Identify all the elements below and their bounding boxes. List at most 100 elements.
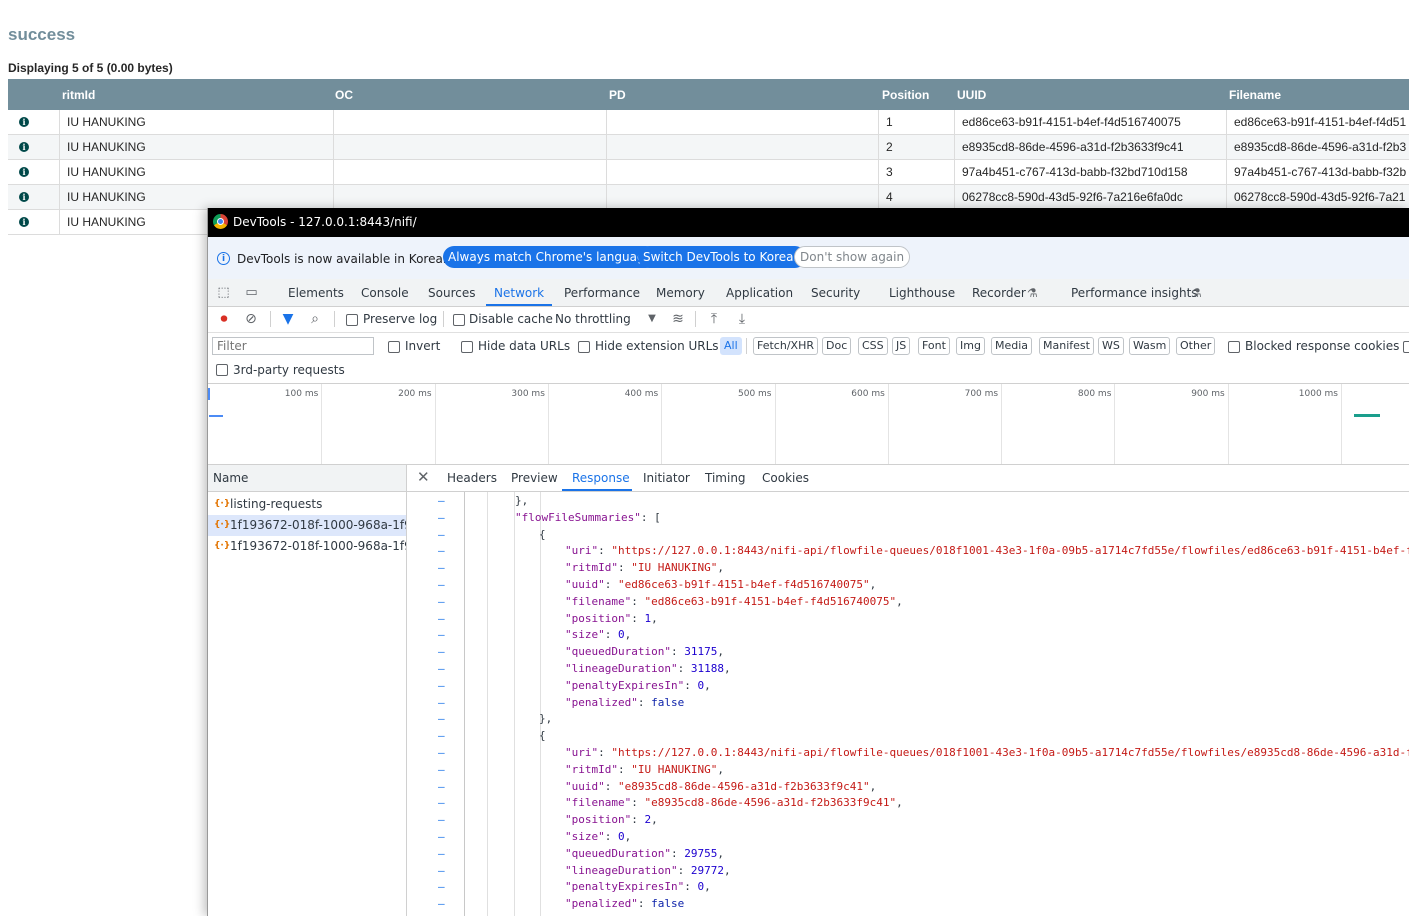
json-key: "flowFileSummaries" xyxy=(515,510,641,524)
third-party-checkbox[interactable] xyxy=(216,364,228,376)
json-punct: , xyxy=(624,830,632,843)
disable-cache-checkbox[interactable] xyxy=(453,314,465,326)
info-icon[interactable]: i xyxy=(19,117,29,127)
tab-timing[interactable]: Timing xyxy=(705,471,746,485)
type-filter-css[interactable]: CSS xyxy=(858,337,888,355)
blocked-cookies-checkbox[interactable] xyxy=(1228,341,1240,353)
col-ritmid[interactable]: ritmId xyxy=(62,88,95,102)
json-punct: : xyxy=(677,863,691,877)
col-oc[interactable]: OC xyxy=(335,88,353,102)
tab-lighthouse[interactable]: Lighthouse xyxy=(889,286,955,300)
tab-security[interactable]: Security xyxy=(811,286,860,300)
request-row[interactable]: {·} 1f193672-018f-1000-968a-1f9... xyxy=(208,515,406,536)
info-icon[interactable]: i xyxy=(19,217,29,227)
json-punct: : xyxy=(677,662,691,675)
name-column-header[interactable]: Name xyxy=(208,465,406,492)
inspect-element-icon[interactable]: ⬚ xyxy=(216,285,231,300)
tab-performance-insights[interactable]: Performance insights xyxy=(1071,286,1198,300)
timeline-tick-label: 500 ms xyxy=(738,389,772,399)
table-row[interactable]: i IU HANUKING 1 ed86ce63-b91f-4151-b4ef-f4d… xyxy=(8,110,1409,135)
col-filename[interactable]: Filename xyxy=(1229,88,1281,102)
json-punct: : xyxy=(637,897,652,911)
type-filter-other[interactable]: Other xyxy=(1176,337,1216,355)
tab-elements[interactable]: Elements xyxy=(288,286,344,300)
col-uuid[interactable]: UUID xyxy=(957,88,986,102)
code-text: "size": 0, xyxy=(565,626,631,643)
clear-icon[interactable]: ⊘ xyxy=(243,311,259,327)
invert-checkbox[interactable] xyxy=(388,341,400,353)
tab-network[interactable]: Network xyxy=(494,286,544,300)
info-icon[interactable]: i xyxy=(19,167,29,177)
hide-data-urls-checkbox[interactable] xyxy=(461,341,473,353)
request-row[interactable]: {·} 1f193672-018f-1000-968a-1f9... xyxy=(208,536,406,557)
tab-headers[interactable]: Headers xyxy=(447,471,497,485)
filter-input[interactable] xyxy=(212,337,374,355)
switch-korean-button[interactable]: Switch DevTools to Korean xyxy=(638,246,807,268)
type-filter-img[interactable]: Img xyxy=(956,337,985,355)
type-filter-all[interactable]: All xyxy=(720,337,742,355)
tab-initiator[interactable]: Initiator xyxy=(643,471,690,485)
cell-position: 3 xyxy=(878,160,954,184)
col-position[interactable]: Position xyxy=(882,88,929,102)
type-filter-fetch-xhr[interactable]: Fetch/XHR xyxy=(753,337,818,355)
flask-icon: ⚗ xyxy=(1027,286,1038,300)
dont-show-again-button[interactable]: Don't show again xyxy=(794,246,911,268)
tab-console[interactable]: Console xyxy=(361,286,409,300)
tab-application[interactable]: Application xyxy=(726,286,793,300)
network-conditions-icon[interactable]: ≋ xyxy=(670,311,686,327)
type-filter-doc[interactable]: Doc xyxy=(822,337,852,355)
table-row[interactable]: i IU HANUKING 4 06278cc8-590d-43d5-92f6-7a2… xyxy=(8,185,1409,210)
cell-position: 4 xyxy=(878,185,954,209)
response-body[interactable]: –}, – "flowFileSummaries": [–{– "uri": "htt… xyxy=(407,492,1409,916)
json-punct: , xyxy=(723,662,731,675)
timeline-start-handle[interactable] xyxy=(208,388,210,400)
page-title: success xyxy=(8,25,76,44)
info-icon[interactable]: i xyxy=(19,192,29,202)
tab-performance[interactable]: Performance xyxy=(564,286,640,300)
type-filter-ws[interactable]: WS xyxy=(1098,337,1124,355)
tab-preview[interactable]: Preview xyxy=(511,471,558,485)
device-toolbar-icon[interactable]: ▭ xyxy=(244,285,259,300)
close-icon[interactable]: ✕ xyxy=(417,468,430,486)
tab-cookies[interactable]: Cookies xyxy=(762,471,809,485)
code-line: – "penalized": false xyxy=(407,694,1409,711)
import-har-icon[interactable]: ⤒ xyxy=(706,311,722,327)
code-text: "uuid": "e8935cd8-86de-4596-a31d-f2b3633… xyxy=(565,778,876,795)
col-pd[interactable]: PD xyxy=(609,88,626,102)
export-har-icon[interactable]: ⤓ xyxy=(734,311,750,327)
table-row[interactable]: i IU HANUKING 2 e8935cd8-86de-4596-a31d-f2b… xyxy=(8,135,1409,160)
tab-sources[interactable]: Sources xyxy=(428,286,475,300)
type-filter-font[interactable]: Font xyxy=(918,337,950,355)
type-filter-manifest[interactable]: Manifest xyxy=(1039,337,1094,355)
chevron-down-icon[interactable]: ▼ xyxy=(644,311,660,327)
tab-memory[interactable]: Memory xyxy=(656,286,705,300)
tab-response[interactable]: Response xyxy=(572,471,630,485)
filter-icon[interactable]: ▼ xyxy=(280,311,296,327)
devtools-titlebar[interactable]: DevTools - 127.0.0.1:8443/nifi/ xyxy=(208,208,1409,237)
throttling-select[interactable]: No throttling xyxy=(555,312,631,326)
type-filter-wasm[interactable]: Wasm xyxy=(1129,337,1171,355)
info-icon[interactable]: i xyxy=(19,142,29,152)
cell-ritmid: IU HANUKING xyxy=(59,160,333,184)
network-overview-timeline[interactable]: 100 ms 200 ms 300 ms 400 ms 500 ms 600 ms 700 … xyxy=(208,384,1409,465)
hide-extension-urls-checkbox[interactable] xyxy=(578,341,590,353)
preserve-log-checkbox[interactable] xyxy=(346,314,358,326)
match-language-button[interactable]: Always match Chrome's language xyxy=(443,246,657,268)
json-punct: : xyxy=(604,628,618,642)
cell-uuid: 06278cc8-590d-43d5-92f6-7a216e6fa0dc xyxy=(954,185,1226,209)
timeline-gridline xyxy=(547,384,549,464)
request-row[interactable]: {·} listing-requests xyxy=(208,494,406,515)
json-key: "filename" xyxy=(565,796,632,810)
diff-marker-icon: – xyxy=(438,510,445,524)
json-punct: : xyxy=(670,645,685,659)
tab-recorder[interactable]: Recorder xyxy=(972,286,1026,300)
diff-marker-icon: – xyxy=(438,762,445,776)
type-filter-js[interactable]: JS xyxy=(892,337,911,355)
record-stop-icon[interactable]: ⏺ xyxy=(216,311,232,327)
diff-marker-icon: – xyxy=(438,594,445,608)
type-filter-media[interactable]: Media xyxy=(991,337,1033,355)
blocked-requests-checkbox[interactable] xyxy=(1403,341,1409,353)
table-row[interactable]: i IU HANUKING 3 97a4b451-c767-413d-babb-f32… xyxy=(8,160,1409,185)
search-icon[interactable]: ⌕ xyxy=(307,311,323,327)
cell-position: 2 xyxy=(878,135,954,159)
